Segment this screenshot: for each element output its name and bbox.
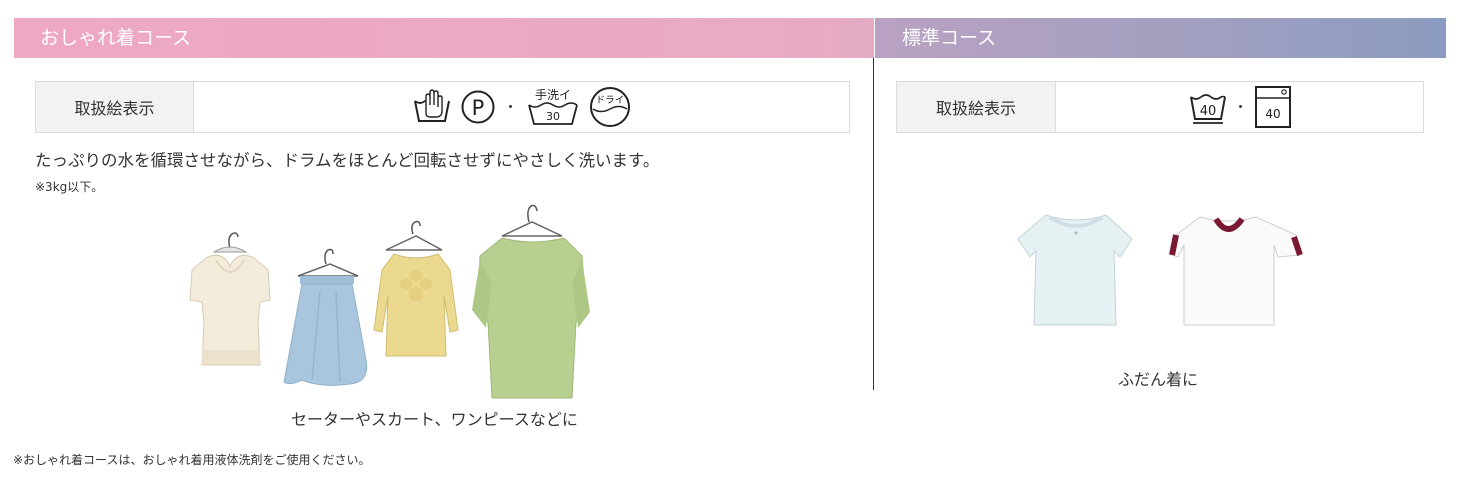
standard-course-header: 標準コース bbox=[875, 18, 1446, 58]
ringer-tshirt-image bbox=[1169, 216, 1303, 326]
footer-note: ※おしゃれ着コースは、おしゃれ着用液体洗剤をご使用ください。 bbox=[13, 453, 371, 467]
hand-wash-temp: 30 bbox=[546, 110, 560, 123]
dry-circle-icon: ドライ bbox=[589, 87, 630, 127]
oshare-description: たっぷりの水を循環させながら、ドラムをほとんど回転させずにやさしく洗います。 bbox=[35, 151, 660, 170]
standard-course-title: 標準コース bbox=[902, 27, 997, 49]
dry-clean-p-icon: P bbox=[461, 90, 494, 124]
standard-care-label: 取扱絵表示 bbox=[897, 82, 1056, 132]
standard-caption: ふだん着に bbox=[1118, 370, 1199, 389]
blouse-image bbox=[373, 220, 459, 357]
standard-garments bbox=[1017, 214, 1303, 326]
column-divider bbox=[873, 58, 874, 390]
wash-tub-40-icon: 40 bbox=[1189, 94, 1226, 124]
sweater-image bbox=[189, 232, 271, 366]
machine-temp: 40 bbox=[1265, 107, 1280, 121]
oshare-care-label: 取扱絵表示 bbox=[36, 82, 194, 132]
dry-text: ドライ bbox=[595, 95, 624, 106]
hand-wash-tub-icon bbox=[413, 89, 450, 122]
symbol-separator: ・ bbox=[1233, 100, 1248, 116]
oshare-care-table: 取扱絵表示 P ・ 手洗イ 30 ドライ bbox=[35, 81, 850, 133]
standard-care-symbols: 40 ・ 40 bbox=[1056, 82, 1423, 132]
symbol-separator: ・ bbox=[503, 100, 518, 116]
hand-wash-text: 手洗イ bbox=[534, 88, 570, 102]
oshare-garments bbox=[189, 204, 590, 399]
wash-temp: 40 bbox=[1199, 104, 1216, 119]
oshare-care-symbols: P ・ 手洗イ 30 ドライ bbox=[194, 82, 849, 132]
oshare-caption: セーターやスカート、ワンピースなどに bbox=[291, 410, 578, 429]
hand-wash-30-icon: 手洗イ 30 bbox=[527, 88, 578, 125]
dry-clean-letter: P bbox=[471, 96, 484, 120]
oshare-course-header: おしゃれ着コース bbox=[14, 18, 874, 58]
dress-image bbox=[472, 204, 590, 399]
washing-machine-40-icon: 40 bbox=[1254, 86, 1291, 128]
white-tshirt-image bbox=[1017, 214, 1133, 326]
oshare-course-title: おしゃれ着コース bbox=[40, 27, 192, 49]
skirt-image bbox=[283, 248, 368, 386]
weight-note: ※3kg以下。 bbox=[35, 180, 104, 194]
standard-care-table: 取扱絵表示 40 ・ 40 bbox=[896, 81, 1424, 133]
